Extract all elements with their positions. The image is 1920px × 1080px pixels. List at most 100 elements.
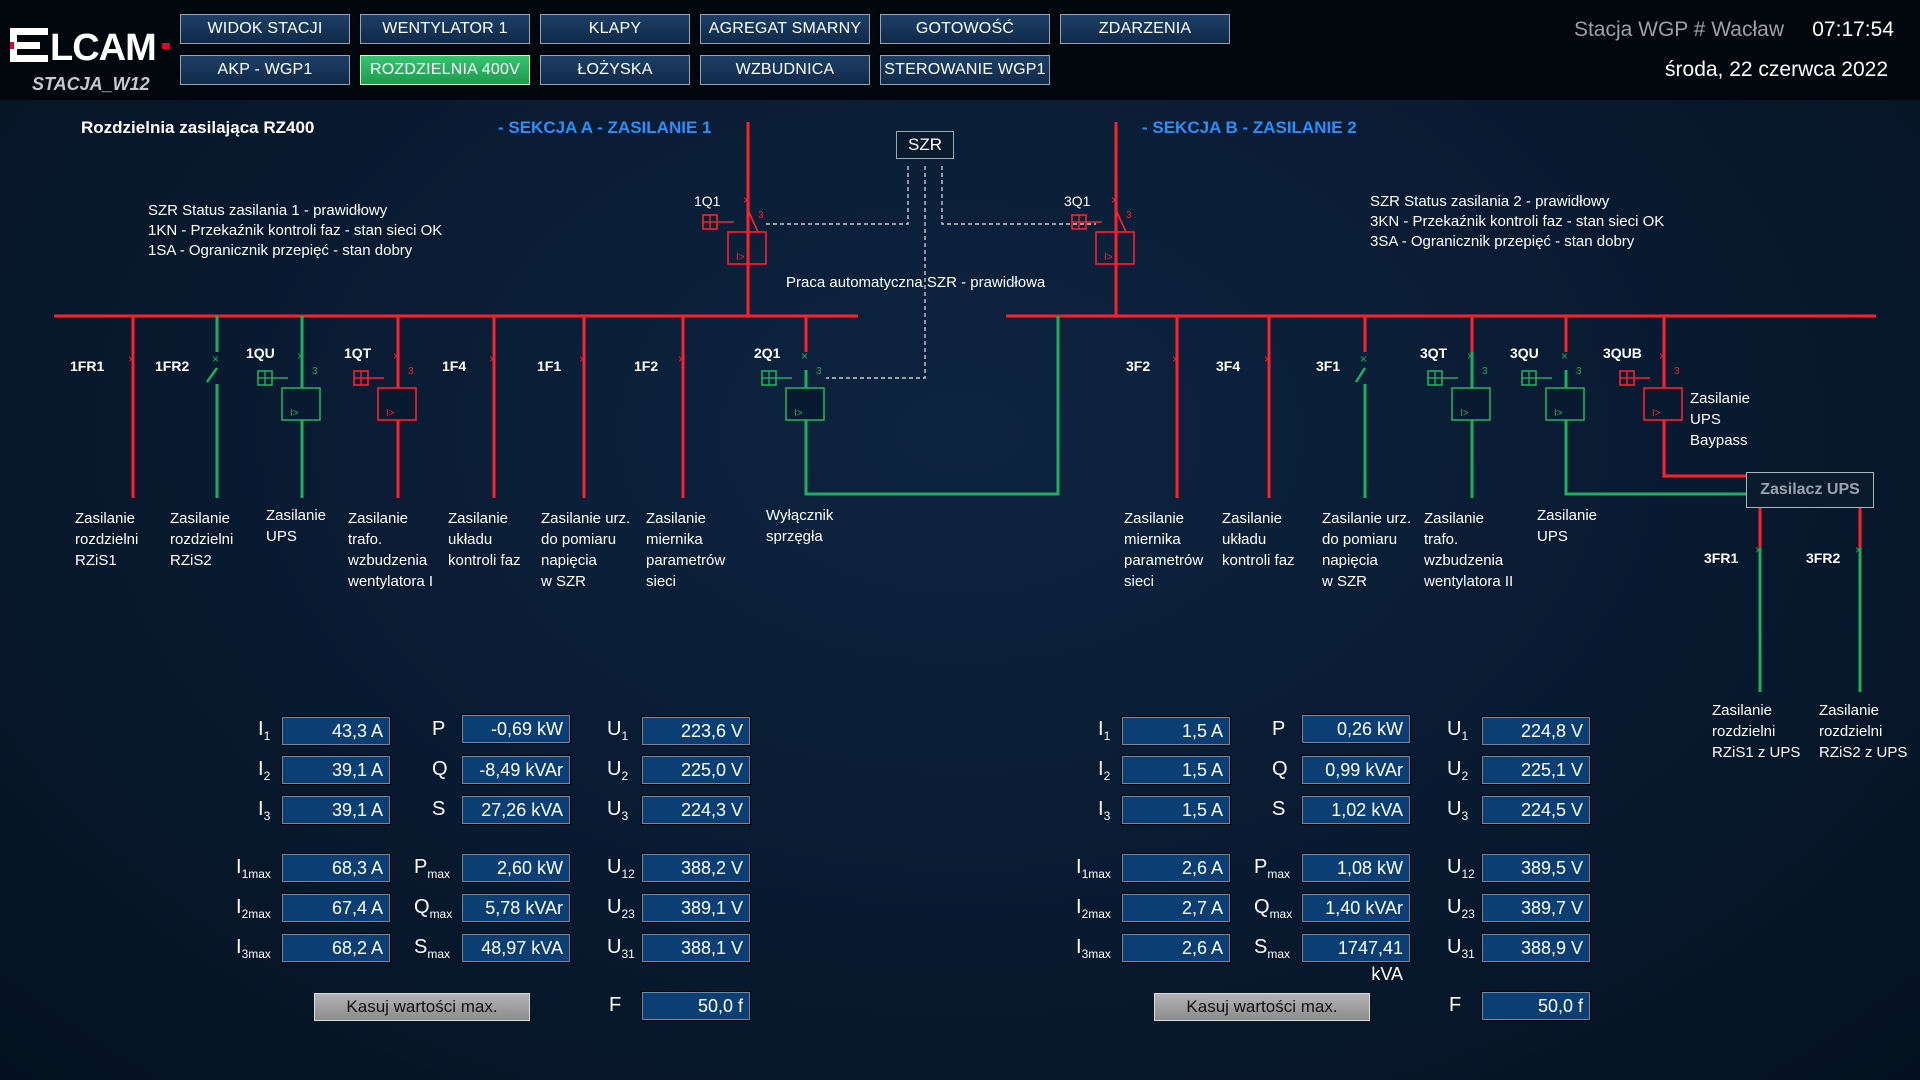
label-p: P [432,718,446,740]
reset-max-a-button[interactable]: Kasuj wartości max. [314,993,530,1021]
feeder-3f2-caption: Zasilanie miernika parametrów sieci [1124,510,1204,590]
value-b-u2: 225,1 V [1481,755,1591,785]
label-b-u12: U12 [1447,856,1475,881]
label-b-smax: Smax [1254,936,1291,961]
feeder-3qu-label[interactable]: 3QU [1510,345,1539,361]
feeder-3fr2-caption: Zasilanie rozdzielni RZiS2 z UPS [1819,702,1908,761]
feeder-3f4-caption: Zasilanie układu kontroli faz [1222,510,1295,569]
value-b-qmax: 1,40 kVAr [1301,893,1411,923]
label-b-i3max: I3max [1076,936,1111,961]
value-b-u1: 224,8 V [1481,716,1591,746]
value-a-u2: 225,0 V [641,755,751,785]
value-b-i3: 1,5 A [1121,795,1231,825]
value-a-i2: 39,1 A [281,755,391,785]
value-a-u23: 389,1 V [641,893,751,923]
feeder-1fr1-label[interactable]: 1FR1 [70,358,104,374]
svg-text:×: × [1467,349,1474,363]
label-i2: I2 [258,758,271,783]
label-u3: U3 [607,798,629,823]
feeder-3fr2-label[interactable]: 3FR2 [1806,550,1840,566]
feeder-1f1-caption: Zasilanie urz. do pomiaru napięcia w SZR [541,510,631,590]
feeder-1fr2-label[interactable]: 1FR2 [155,358,189,374]
value-a-smax: 48,97 kVA [461,933,571,963]
label-b-i1max: I1max [1076,856,1111,881]
label-u31: U31 [607,936,635,961]
label-i3max: I3max [236,936,271,961]
label-u1: U1 [607,718,629,743]
value-b-pmax: 1,08 kW [1301,853,1411,883]
value-b-u3: 224,5 V [1481,795,1591,825]
value-a-s: 27,26 kVA [461,795,571,825]
feeder-1fr2-caption: Zasilanie rozdzielni RZiS2 [170,510,234,569]
label-b-i1: I1 [1098,718,1111,743]
label-b-u1: U1 [1447,718,1469,743]
svg-text:I>: I> [1460,408,1469,419]
reset-max-b-button[interactable]: Kasuj wartości max. [1154,993,1370,1021]
value-a-i1max: 68,3 A [281,853,391,883]
label-b-u23: U23 [1447,896,1475,921]
label-i1max: I1max [236,856,271,881]
section-a-label: - SEKCJA A - ZASILANIE 1 [498,118,712,137]
feeder-1f1-label[interactable]: 1F1 [537,358,561,374]
feeder-3qub-label[interactable]: 3QUB [1603,345,1642,361]
feeder-3f2-label[interactable]: 3F2 [1126,358,1150,374]
value-a-pmax: 2,60 kW [461,853,571,883]
value-b-p: 0,26 kW [1301,714,1411,744]
feeder-3fr1-label[interactable]: 3FR1 [1704,550,1738,566]
label-u2: U2 [607,758,629,783]
breaker-3q1-label: 3Q1 [1064,193,1091,209]
value-b-u31: 388,9 V [1481,933,1591,963]
label-b-u31: U31 [1447,936,1475,961]
status-b-line-3: 3SA - Ogranicznik przepięć - stan dobry [1370,233,1635,250]
breaker-2q1-label[interactable]: 2Q1 [754,345,780,361]
label-i3: I3 [258,798,271,823]
value-a-u3: 224,3 V [641,795,751,825]
diagram-title: Rozdzielnia zasilająca RZ400 [81,118,315,137]
svg-text:I>: I> [794,408,803,419]
status-b-line-1: SZR Status zasilania 2 - prawidłowy [1370,193,1610,210]
svg-text:3: 3 [1674,366,1680,377]
value-a-q: -8,49 kVAr [461,755,571,785]
feeder-1f2-caption: Zasilanie miernika parametrów sieci [646,510,726,590]
szr-controller[interactable]: SZR [896,131,954,159]
label-b-i2max: I2max [1076,896,1111,921]
feeder-1f2-label[interactable]: 1F2 [634,358,658,374]
label-b-u2: U2 [1447,758,1469,783]
value-a-p: -0,69 kW [461,714,571,744]
ups-power-supply[interactable]: Zasilacz UPS [1746,472,1874,508]
svg-text:3: 3 [1126,210,1132,221]
feeder-1qu-label[interactable]: 1QU [246,345,275,361]
value-b-i2: 1,5 A [1121,755,1231,785]
value-a-i1: 43,3 A [281,716,391,746]
szr-auto-status: Praca automatyczna SZR - prawidłowa [786,274,1046,291]
feeder-1qt-label[interactable]: 1QT [344,345,371,361]
label-u12: U12 [607,856,635,881]
feeder-3qt-label[interactable]: 3QT [1420,345,1447,361]
feeder-1f4-label[interactable]: 1F4 [442,358,466,374]
status-a-line-1: SZR Status zasilania 1 - prawidłowy [148,202,388,219]
label-q: Q [432,758,448,780]
status-a-line-3: 1SA - Ogranicznik przepięć - stan dobry [148,242,413,259]
value-a-u1: 223,6 V [641,716,751,746]
svg-text:3: 3 [758,210,764,221]
feeder-3f1-label[interactable]: 3F1 [1316,358,1340,374]
value-b-i3max: 2,6 A [1121,933,1231,963]
label-b-i2: I2 [1098,758,1111,783]
svg-text:×: × [1561,349,1568,363]
svg-text:I>: I> [1652,408,1661,419]
label-b-u3: U3 [1447,798,1469,823]
value-b-u23: 389,7 V [1481,893,1591,923]
value-a-u31: 388,1 V [641,933,751,963]
feeder-1qu-caption: Zasilanie UPS [266,507,327,545]
feeder-3f4-label[interactable]: 3F4 [1216,358,1240,374]
svg-text:I>: I> [1104,252,1113,263]
label-b-i3: I3 [1098,798,1111,823]
label-b-p: P [1272,718,1286,740]
feeder-3f1-caption: Zasilanie urz. do pomiaru napięcia w SZR [1322,510,1412,590]
value-b-q: 0,99 kVAr [1301,755,1411,785]
label-b-q: Q [1272,758,1288,780]
svg-text:×: × [1755,543,1762,557]
value-b-i1: 1,5 A [1121,716,1231,746]
label-u23: U23 [607,896,635,921]
label-b-s: S [1272,798,1286,820]
